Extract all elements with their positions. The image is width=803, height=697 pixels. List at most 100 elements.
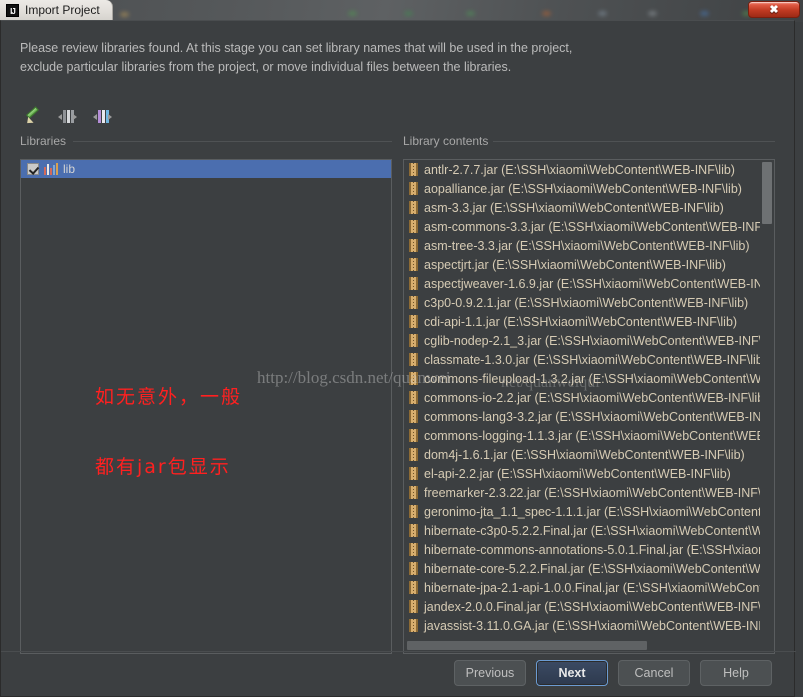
cancel-button[interactable]: Cancel: [618, 660, 690, 686]
library-contents-row[interactable]: hibernate-c3p0-5.2.2.Final.jar (E:\SSH\x…: [404, 521, 760, 540]
library-contents-panel[interactable]: antlr-2.7.7.jar (E:\SSH\xiaomi\WebConten…: [403, 159, 775, 654]
library-contents-row[interactable]: aspectjweaver-1.6.9.jar (E:\SSH\xiaomi\W…: [404, 274, 760, 293]
library-contents-row[interactable]: asm-tree-3.3.jar (E:\SSH\xiaomi\WebConte…: [404, 236, 760, 255]
contents-horizontal-scroll-thumb[interactable]: [407, 641, 647, 650]
library-contents-row-label: jandex-2.0.0.Final.jar (E:\SSH\xiaomi\We…: [424, 599, 760, 614]
library-include-checkbox[interactable]: [27, 163, 39, 175]
jar-file-icon: [409, 296, 418, 309]
library-contents-row[interactable]: classmate-1.3.0.jar (E:\SSH\xiaomi\WebCo…: [404, 350, 760, 369]
contents-group-rule: [493, 141, 775, 142]
library-contents-row-label: cglib-nodep-2.1_3.jar (E:\SSH\xiaomi\Web…: [424, 333, 760, 348]
jar-file-icon: [409, 334, 418, 347]
library-contents-row-label: freemarker-2.3.22.jar (E:\SSH\xiaomi\Web…: [424, 485, 760, 500]
library-tree-row-label: lib: [63, 162, 76, 176]
library-contents-row-label: asm-3.3.jar (E:\SSH\xiaomi\WebContent\WE…: [424, 200, 724, 215]
annotation-note-2: 都有jar包显示: [95, 456, 231, 478]
library-contents-row-label: hibernate-core-5.2.2.Final.jar (E:\SSH\x…: [424, 561, 760, 576]
library-contents-row[interactable]: asm-commons-3.3.jar (E:\SSH\xiaomi\WebCo…: [404, 217, 760, 236]
library-contents-row[interactable]: commons-lang3-3.2.jar (E:\SSH\xiaomi\Web…: [404, 407, 760, 426]
dialog-footer: Previous Next Cancel Help: [1, 660, 796, 686]
import-project-dialog: Please review libraries found. At this s…: [0, 20, 796, 697]
libraries-group-label: Libraries: [20, 134, 74, 148]
library-contents-row[interactable]: hibernate-commons-annotations-5.0.1.Fina…: [404, 540, 760, 559]
library-contents-row[interactable]: commons-io-2.2.jar (E:\SSH\xiaomi\WebCon…: [404, 388, 760, 407]
libraries-tree-panel[interactable]: lib 如无意外，一般 都有jar包显示: [20, 159, 392, 654]
contents-group-label: Library contents: [403, 134, 496, 148]
jar-file-icon: [409, 448, 418, 461]
window-titlebar: IJ Import Project ✖: [0, 0, 803, 20]
library-contents-row-label: aspectjweaver-1.6.9.jar (E:\SSH\xiaomi\W…: [424, 276, 760, 291]
jar-file-icon: [409, 258, 418, 271]
jar-file-icon: [409, 315, 418, 328]
libraries-group-rule: [73, 141, 392, 142]
library-contents-row[interactable]: aspectjrt.jar (E:\SSH\xiaomi\WebContent\…: [404, 255, 760, 274]
library-contents-row[interactable]: hibernate-core-5.2.2.Final.jar (E:\SSH\x…: [404, 559, 760, 578]
library-contents-row[interactable]: cglib-nodep-2.1_3.jar (E:\SSH\xiaomi\Web…: [404, 331, 760, 350]
window-title: Import Project: [25, 3, 100, 17]
jar-file-icon: [409, 277, 418, 290]
library-contents-row-label: javassist-3.11.0.GA.jar (E:\SSH\xiaomi\W…: [424, 618, 760, 633]
library-contents-row-label: aspectjrt.jar (E:\SSH\xiaomi\WebContent\…: [424, 257, 726, 272]
library-contents-row[interactable]: asm-3.3.jar (E:\SSH\xiaomi\WebContent\WE…: [404, 198, 760, 217]
jar-file-icon: [409, 372, 418, 385]
library-contents-row[interactable]: el-api-2.2.jar (E:\SSH\xiaomi\WebContent…: [404, 464, 760, 483]
library-contents-row[interactable]: jandex-2.0.0.Final.jar (E:\SSH\xiaomi\We…: [404, 597, 760, 616]
jar-file-icon: [409, 600, 418, 613]
library-tree-row-lib[interactable]: lib: [21, 160, 391, 178]
dialog-instructions: Please review libraries found. At this s…: [20, 39, 720, 77]
library-contents-row[interactable]: commons-logging-1.1.3.jar (E:\SSH\xiaomi…: [404, 426, 760, 445]
contents-vertical-scrollbar[interactable]: [760, 160, 774, 638]
jar-file-icon: [409, 239, 418, 252]
library-contents-row[interactable]: commons-fileupload-1.3.2.jar (E:\SSH\xia…: [404, 369, 760, 388]
jar-file-icon: [409, 619, 418, 632]
rename-library-icon[interactable]: [23, 106, 42, 127]
library-contents-row[interactable]: hibernate-jpa-2.1-api-1.0.0.Final.jar (E…: [404, 578, 760, 597]
merge-library-icon[interactable]: [93, 107, 112, 126]
library-contents-row[interactable]: javassist-3.11.0.GA.jar (E:\SSH\xiaomi\W…: [404, 616, 760, 635]
jar-file-icon: [409, 220, 418, 233]
library-contents-row[interactable]: antlr-2.7.7.jar (E:\SSH\xiaomi\WebConten…: [404, 160, 760, 179]
library-contents-row-label: c3p0-0.9.2.1.jar (E:\SSH\xiaomi\WebConte…: [424, 295, 749, 310]
jar-file-icon: [409, 429, 418, 442]
library-contents-row[interactable]: c3p0-0.9.2.1.jar (E:\SSH\xiaomi\WebConte…: [404, 293, 760, 312]
jar-file-icon: [409, 163, 418, 176]
library-contents-row-label: geronimo-jta_1.1_spec-1.1.1.jar (E:\SSH\…: [424, 504, 760, 519]
library-contents-row-label: commons-fileupload-1.3.2.jar (E:\SSH\xia…: [424, 371, 760, 386]
library-contents-row-label: antlr-2.7.7.jar (E:\SSH\xiaomi\WebConten…: [424, 162, 735, 177]
library-contents-row-label: commons-logging-1.1.3.jar (E:\SSH\xiaomi…: [424, 428, 760, 443]
library-contents-row[interactable]: dom4j-1.6.1.jar (E:\SSH\xiaomi\WebConten…: [404, 445, 760, 464]
library-contents-row-label: hibernate-c3p0-5.2.2.Final.jar (E:\SSH\x…: [424, 523, 760, 538]
instructions-line-2: exclude particular libraries from the pr…: [20, 60, 512, 74]
library-contents-row[interactable]: freemarker-2.3.22.jar (E:\SSH\xiaomi\Web…: [404, 483, 760, 502]
window-title-tab[interactable]: IJ Import Project: [0, 0, 113, 20]
jar-file-icon: [409, 467, 418, 480]
jar-file-icon: [409, 543, 418, 556]
jar-file-icon: [409, 562, 418, 575]
intellij-idea-logo-icon: IJ: [6, 3, 19, 17]
library-contents-row-label: asm-tree-3.3.jar (E:\SSH\xiaomi\WebConte…: [424, 238, 750, 253]
library-contents-row[interactable]: cdi-api-1.1.jar (E:\SSH\xiaomi\WebConten…: [404, 312, 760, 331]
close-icon: ✖: [769, 4, 779, 16]
jar-file-icon: [409, 486, 418, 499]
jar-file-icon: [409, 410, 418, 423]
library-contents-row[interactable]: geronimo-jta_1.1_spec-1.1.1.jar (E:\SSH\…: [404, 502, 760, 521]
library-contents-row-label: classmate-1.3.0.jar (E:\SSH\xiaomi\WebCo…: [424, 352, 760, 367]
library-contents-row-label: hibernate-commons-annotations-5.0.1.Fina…: [424, 542, 760, 557]
close-button[interactable]: ✖: [748, 1, 800, 18]
library-contents-row[interactable]: aopalliance.jar (E:\SSH\xiaomi\WebConten…: [404, 179, 760, 198]
instructions-line-1: Please review libraries found. At this s…: [20, 41, 573, 55]
footer-separator: [1, 651, 796, 652]
split-library-icon[interactable]: [58, 107, 77, 126]
next-button[interactable]: Next: [536, 660, 608, 686]
previous-button[interactable]: Previous: [454, 660, 526, 686]
library-contents-row-label: cdi-api-1.1.jar (E:\SSH\xiaomi\WebConten…: [424, 314, 738, 329]
library-contents-list[interactable]: antlr-2.7.7.jar (E:\SSH\xiaomi\WebConten…: [404, 160, 760, 638]
jar-file-icon: [409, 201, 418, 214]
library-contents-row-label: aopalliance.jar (E:\SSH\xiaomi\WebConten…: [424, 181, 742, 196]
help-button[interactable]: Help: [700, 660, 772, 686]
contents-vertical-scroll-thumb[interactable]: [762, 162, 772, 224]
jar-file-icon: [409, 581, 418, 594]
library-toolbar: [23, 106, 112, 127]
library-contents-row-label: hibernate-jpa-2.1-api-1.0.0.Final.jar (E…: [424, 580, 760, 595]
library-contents-row-label: el-api-2.2.jar (E:\SSH\xiaomi\WebContent…: [424, 466, 731, 481]
